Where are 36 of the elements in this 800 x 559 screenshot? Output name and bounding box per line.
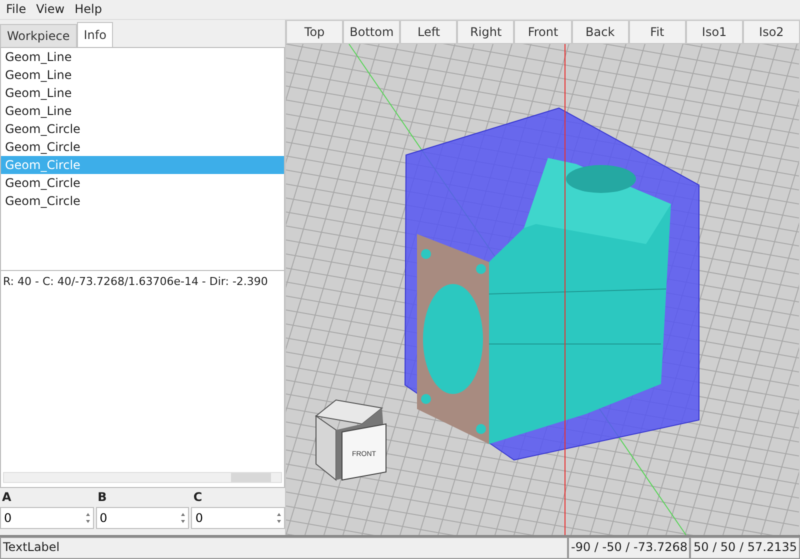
view-button[interactable]: Left [400, 20, 458, 44]
view-button[interactable]: Back [572, 20, 629, 44]
list-item[interactable]: Geom_Line [1, 102, 284, 120]
spin-arrows-icon[interactable] [276, 511, 282, 526]
list-item[interactable]: Geom_Line [1, 66, 284, 84]
list-item[interactable]: Geom_Line [1, 48, 284, 66]
menu-item[interactable]: File [6, 2, 26, 16]
max-coordinates: 50 / 50 / 57.2135 [690, 537, 800, 559]
menu-item[interactable]: Help [74, 2, 102, 16]
view-button[interactable]: Top [286, 20, 344, 44]
view-button[interactable]: Fit [628, 20, 686, 44]
number-spinbox[interactable]: 0 [191, 507, 286, 530]
info-text: R: 40 - C: 40/-73.7268/1.63706e-14 - Dir: -2.390 [2, 274, 269, 290]
status-label: TextLabel [0, 537, 568, 559]
tab[interactable]: Info [76, 22, 114, 47]
list-item[interactable]: Geom_Circle [1, 174, 284, 192]
min-coordinates: -90 / -50 / -73.7268 [568, 537, 690, 559]
list-item[interactable]: Geom_Circle [1, 120, 284, 138]
view-button[interactable]: Bottom [343, 20, 400, 44]
number-spinbox[interactable]: 0 [0, 507, 94, 530]
number-spinbox[interactable]: 0 [96, 507, 190, 530]
menu-item[interactable]: View [36, 2, 65, 16]
list-item[interactable]: Geom_Line [1, 84, 284, 102]
field-label: C [192, 490, 204, 504]
view-button[interactable]: Iso1 [686, 20, 743, 44]
list-item[interactable]: Geom_Circle [1, 192, 284, 210]
list-item[interactable]: Geom_Circle [1, 138, 284, 156]
spin-arrows-icon[interactable] [180, 511, 186, 526]
horizontal-scrollbar[interactable] [3, 472, 282, 484]
tab[interactable]: Workpiece [0, 24, 77, 47]
view-button[interactable]: Iso2 [742, 20, 800, 44]
field-label: B [96, 490, 108, 504]
view-button[interactable]: Front [514, 20, 572, 44]
field-label: A [1, 490, 12, 504]
view-button[interactable]: Right [457, 20, 514, 44]
spin-arrows-icon[interactable] [84, 511, 91, 526]
